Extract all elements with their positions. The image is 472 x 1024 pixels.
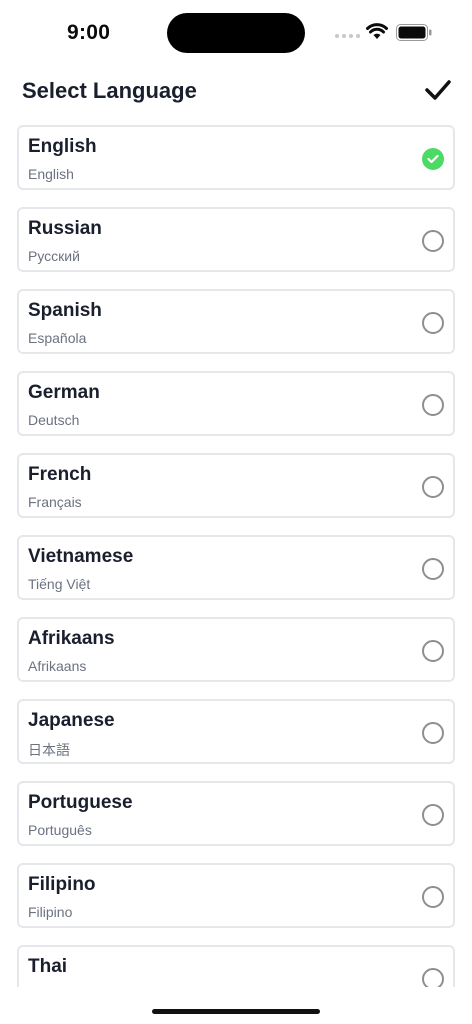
language-native-name: Española bbox=[28, 330, 87, 346]
screen: 9:00 Select Language English English Russi… bbox=[0, 0, 472, 1024]
language-native-name: Português bbox=[28, 822, 92, 838]
radio-unselected-icon[interactable] bbox=[422, 804, 444, 826]
language-native-name: ไทย bbox=[28, 986, 52, 987]
language-native-name: 日本語 bbox=[28, 742, 70, 758]
language-option-french[interactable]: French Français bbox=[17, 453, 455, 518]
language-name: Japanese bbox=[28, 710, 115, 731]
radio-unselected-icon[interactable] bbox=[422, 640, 444, 662]
language-name: Russian bbox=[28, 218, 102, 239]
header: Select Language bbox=[0, 70, 472, 114]
language-native-name: Русский bbox=[28, 248, 80, 264]
language-option-portuguese[interactable]: Portuguese Português bbox=[17, 781, 455, 846]
battery-icon bbox=[396, 24, 432, 41]
language-name: Vietnamese bbox=[28, 546, 134, 567]
language-option-german[interactable]: German Deutsch bbox=[17, 371, 455, 436]
language-name: Portuguese bbox=[28, 792, 133, 813]
language-name: Filipino bbox=[28, 874, 96, 895]
language-name: French bbox=[28, 464, 92, 485]
checkmark-icon bbox=[425, 80, 451, 100]
language-native-name: English bbox=[28, 166, 74, 182]
language-native-name: Filipino bbox=[28, 904, 73, 920]
language-name: Afrikaans bbox=[28, 628, 115, 649]
radio-unselected-icon[interactable] bbox=[422, 312, 444, 334]
language-name: Spanish bbox=[28, 300, 102, 321]
language-option-afrikaans[interactable]: Afrikaans Afrikaans bbox=[17, 617, 455, 682]
language-option-japanese[interactable]: Japanese 日本語 bbox=[17, 699, 455, 764]
language-name: Thai bbox=[28, 956, 68, 977]
wifi-icon bbox=[366, 23, 388, 39]
language-name: English bbox=[28, 136, 97, 157]
radio-unselected-icon[interactable] bbox=[422, 558, 444, 580]
radio-unselected-icon[interactable] bbox=[422, 968, 444, 987]
radio-selected-icon[interactable] bbox=[422, 148, 444, 170]
radio-unselected-icon[interactable] bbox=[422, 722, 444, 744]
radio-unselected-icon[interactable] bbox=[422, 886, 444, 908]
language-name: German bbox=[28, 382, 100, 403]
page-title: Select Language bbox=[22, 78, 197, 103]
language-option-english[interactable]: English English bbox=[17, 125, 455, 190]
language-option-vietnamese[interactable]: Vietnamese Tiếng Việt bbox=[17, 535, 455, 600]
dynamic-island bbox=[167, 13, 305, 53]
language-native-name: Tiếng Việt bbox=[28, 576, 91, 592]
status-time: 9:00 bbox=[67, 21, 111, 44]
language-option-russian[interactable]: Russian Русский bbox=[17, 207, 455, 272]
language-native-name: Français bbox=[28, 494, 82, 510]
done-button[interactable] bbox=[420, 74, 456, 106]
language-option-spanish[interactable]: Spanish Española bbox=[17, 289, 455, 354]
radio-unselected-icon[interactable] bbox=[422, 476, 444, 498]
radio-unselected-icon[interactable] bbox=[422, 394, 444, 416]
cellular-signal-icon bbox=[335, 34, 360, 38]
status-bar: 9:00 bbox=[0, 0, 472, 62]
language-list: English English Russian Русский Spanish Españ… bbox=[17, 125, 455, 987]
language-native-name: Deutsch bbox=[28, 412, 80, 428]
radio-unselected-icon[interactable] bbox=[422, 230, 444, 252]
language-native-name: Afrikaans bbox=[28, 658, 87, 674]
language-option-thai[interactable]: Thai ไทย bbox=[17, 945, 455, 987]
home-indicator bbox=[152, 1009, 320, 1014]
language-option-filipino[interactable]: Filipino Filipino bbox=[17, 863, 455, 928]
